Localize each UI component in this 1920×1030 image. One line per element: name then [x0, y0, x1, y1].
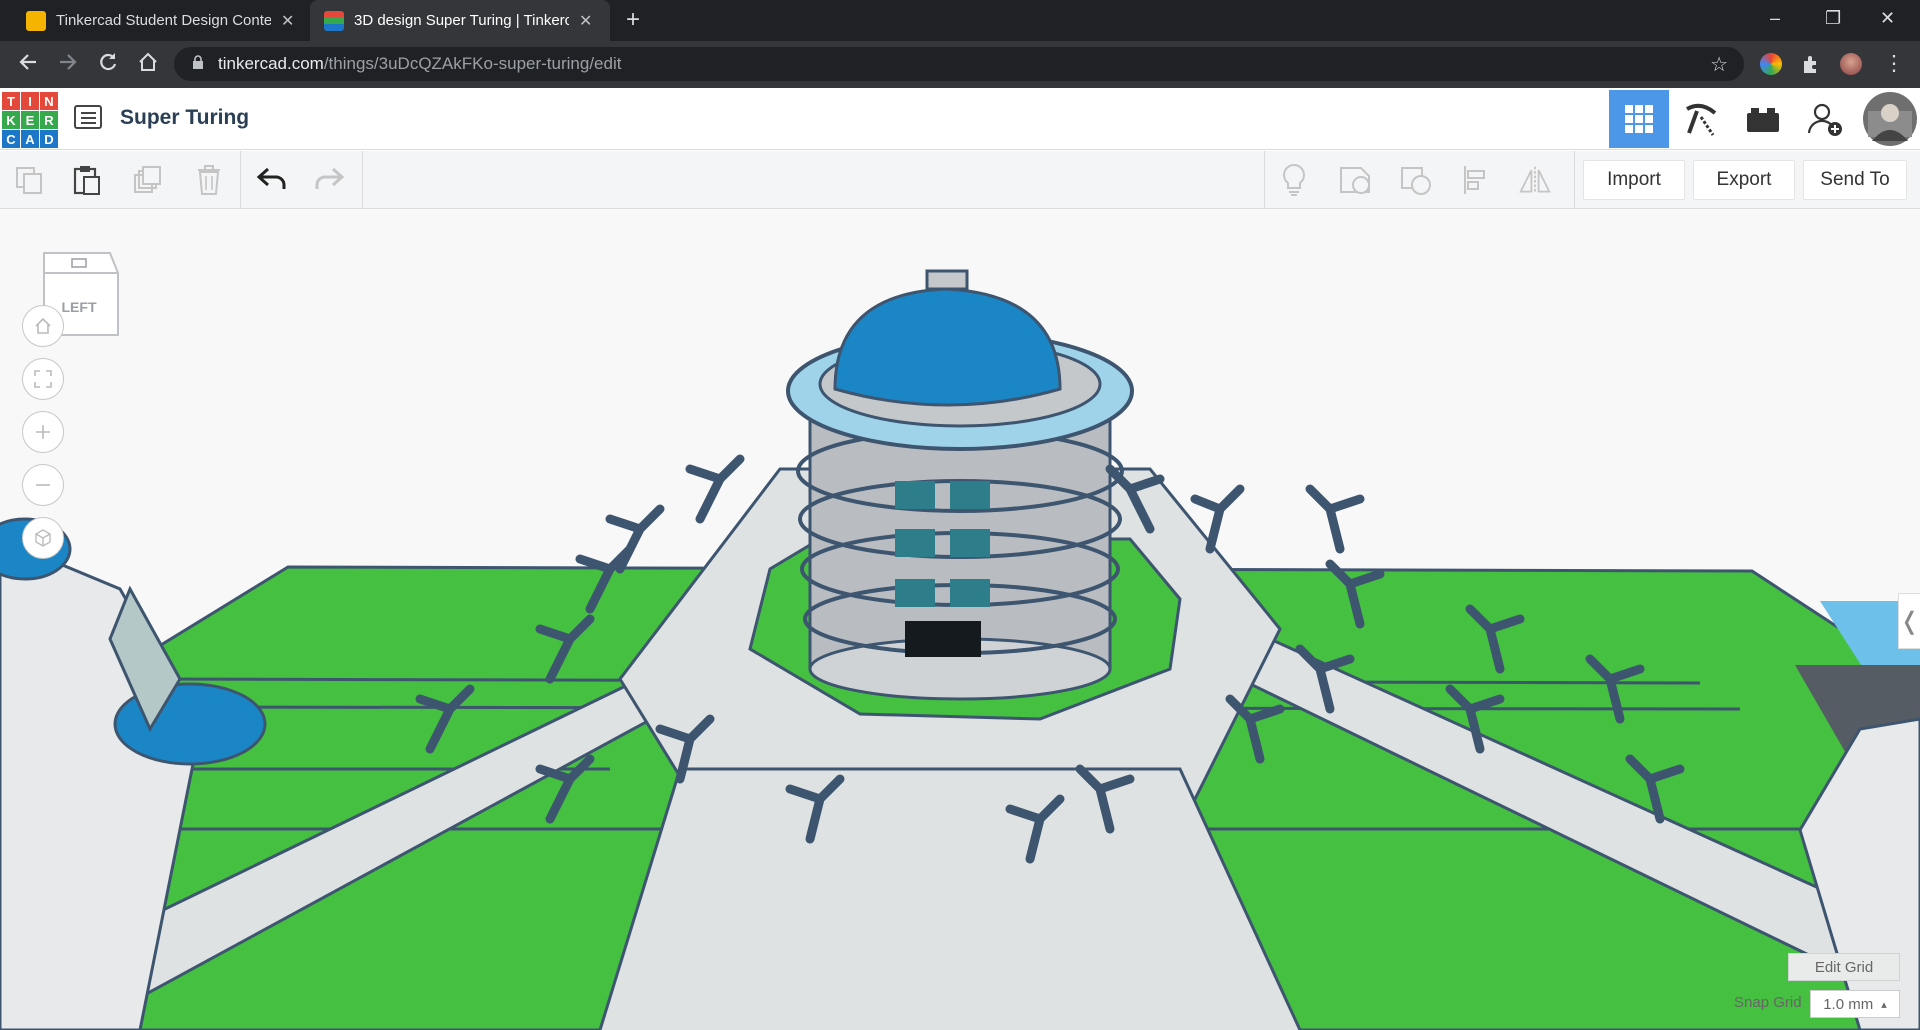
browser-tab-active[interactable]: 3D design Super Turing | Tinkerc ✕	[310, 0, 610, 41]
lock-icon	[192, 55, 204, 73]
home-icon[interactable]	[134, 51, 162, 79]
tinkercad-logo[interactable]: TIN KER CAD	[2, 92, 58, 148]
window-close-icon[interactable]: ✕	[1880, 8, 1895, 29]
user-avatar[interactable]	[1860, 90, 1920, 148]
forward-icon[interactable]	[54, 51, 82, 79]
paste-icon[interactable]	[70, 163, 104, 197]
logo-letter: R	[40, 111, 58, 129]
reload-icon[interactable]	[94, 51, 122, 79]
send-to-button[interactable]: Send To	[1803, 160, 1907, 200]
panel-collapse-handle[interactable]: ❬	[1898, 593, 1920, 649]
profile-avatar[interactable]	[1840, 53, 1862, 75]
tinkercad-favicon-icon	[26, 10, 46, 31]
app-header: TIN KER CAD Super Turing	[0, 88, 1920, 150]
browser-toolbar: tinkercad.com/things/3uDcQZAkFKo-super-t…	[0, 41, 1920, 88]
logo-letter: I	[21, 92, 39, 110]
design-title[interactable]: Super Turing	[120, 106, 249, 130]
toolbar-divider	[240, 151, 241, 209]
bookmark-star-icon[interactable]: ☆	[1710, 52, 1728, 77]
logo-letter: D	[40, 130, 58, 148]
blocks-button[interactable]	[1671, 90, 1731, 148]
tinkercad-favicon-icon	[324, 10, 344, 31]
snap-grid-label: Snap Grid	[1734, 994, 1802, 1011]
toolbar-divider	[1264, 151, 1265, 209]
add-user-button[interactable]	[1795, 90, 1855, 148]
chrome-menu-icon[interactable]: ⋮	[1880, 51, 1908, 76]
zoom-in-button[interactable]	[22, 411, 64, 453]
workplane-canvas[interactable]: LEFT ❬ Edit Grid Snap Grid 1.0 mm ▴	[0, 209, 1920, 1030]
maximize-icon[interactable]: ❐	[1825, 8, 1841, 29]
align-icon[interactable]	[1459, 163, 1493, 197]
minimize-icon[interactable]: –	[1770, 8, 1780, 29]
bricks-button[interactable]	[1733, 90, 1793, 148]
logo-letter: T	[2, 92, 20, 110]
puzzle-extensions-icon[interactable]	[1800, 53, 1822, 75]
edit-toolbar: Import Export Send To	[0, 151, 1920, 209]
logo-letter: A	[21, 130, 39, 148]
copy-icon[interactable]	[12, 163, 46, 197]
pickaxe-icon	[1686, 103, 1717, 136]
bricks-icon	[1747, 108, 1779, 132]
lightbulb-icon[interactable]	[1277, 163, 1311, 197]
home-view-icon	[35, 317, 51, 334]
fit-view-button[interactable]	[22, 358, 64, 400]
ungroup-icon[interactable]	[1399, 163, 1433, 197]
zoom-out-icon	[36, 484, 50, 486]
logo-letter: E	[21, 111, 39, 129]
toolbar-divider	[1574, 151, 1575, 209]
fit-view-icon	[34, 370, 52, 388]
duplicate-icon[interactable]	[130, 163, 164, 197]
undo-icon[interactable]	[255, 163, 289, 197]
tab-title: Tinkercad Student Design Conte	[56, 12, 271, 29]
url-domain: tinkercad.com	[218, 54, 324, 73]
url-path: /things/3uDcQZAkFKo-super-turing/edit	[323, 54, 622, 73]
mirror-icon[interactable]	[1518, 163, 1552, 197]
scene-3d	[0, 269, 1920, 1030]
cube-icon	[35, 529, 51, 547]
design-list-icon[interactable]	[74, 105, 102, 129]
browser-tab[interactable]: Tinkercad Student Design Conte ✕	[12, 0, 312, 41]
home-view-button[interactable]	[22, 305, 64, 347]
add-user-icon	[1807, 103, 1842, 136]
import-button[interactable]: Import	[1583, 160, 1685, 200]
snap-grid-value: 1.0 mm	[1823, 995, 1874, 1013]
perspective-button[interactable]	[22, 517, 64, 559]
browser-tab-strip: Tinkercad Student Design Conte ✕ 3D desi…	[0, 0, 1920, 41]
export-button[interactable]: Export	[1693, 160, 1795, 200]
redo-icon[interactable]	[312, 163, 346, 197]
new-tab-button[interactable]: +	[626, 8, 640, 32]
zoom-out-button[interactable]	[22, 464, 64, 506]
toolbar-divider	[362, 151, 363, 209]
address-bar[interactable]: tinkercad.com/things/3uDcQZAkFKo-super-t…	[174, 47, 1744, 81]
logo-letter: C	[2, 130, 20, 148]
logo-letter: N	[40, 92, 58, 110]
dropdown-arrow-icon: ▴	[1881, 998, 1887, 1011]
back-icon[interactable]	[14, 51, 42, 79]
delete-icon[interactable]	[192, 163, 226, 197]
grid-view-button[interactable]	[1609, 90, 1669, 148]
snap-grid-select[interactable]: 1.0 mm ▴	[1810, 990, 1900, 1018]
tab-close-icon[interactable]: ✕	[579, 11, 592, 31]
edit-grid-button[interactable]: Edit Grid	[1788, 953, 1900, 981]
tab-title: 3D design Super Turing | Tinkerc	[354, 12, 569, 29]
logo-letter: K	[2, 111, 20, 129]
zoom-in-icon	[36, 425, 50, 439]
extension-icon[interactable]	[1760, 53, 1782, 75]
group-icon[interactable]	[1338, 163, 1372, 197]
grid-view-icon	[1625, 105, 1653, 133]
tab-close-icon[interactable]: ✕	[281, 11, 294, 31]
